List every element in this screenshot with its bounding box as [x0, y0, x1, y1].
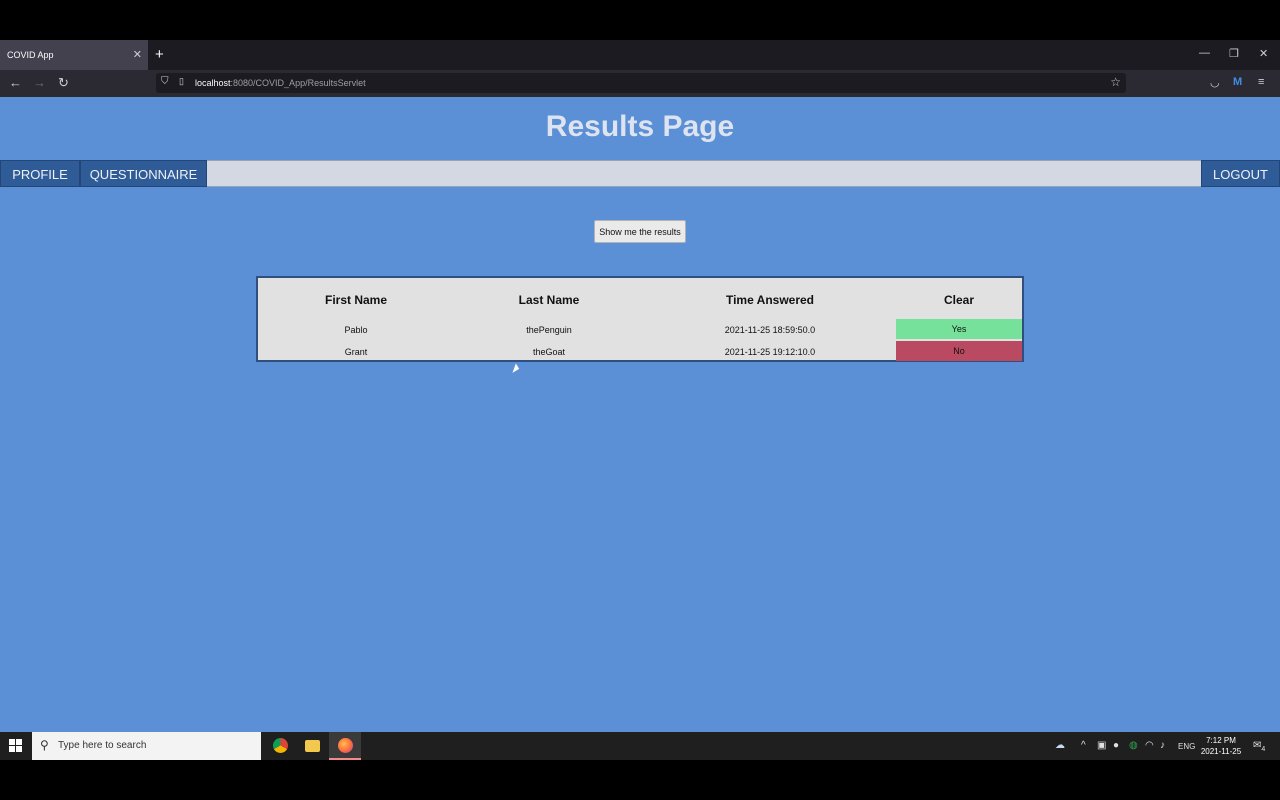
show-hidden-icons-icon[interactable]: ^ — [1081, 740, 1086, 751]
vpn-status-icon[interactable]: ◍ — [1129, 740, 1138, 751]
notifications-icon[interactable]: ✉4 — [1253, 740, 1265, 753]
address-bar[interactable]: ⛉ ▯ localhost:8080/COVID_App/ResultsServ… — [156, 73, 1126, 93]
clock-date: 2021-11-25 — [1200, 747, 1242, 756]
row1-clear-status: Yes — [896, 319, 1022, 339]
tab-title: COVID App — [7, 50, 54, 60]
show-results-button[interactable]: Show me the results — [594, 220, 686, 243]
nav-menu-bar: PROFILE QUESTIONNAIRE LOGOUT — [0, 160, 1280, 187]
bookmark-star-icon[interactable]: ☆ — [1110, 75, 1121, 89]
restore-icon[interactable]: ❐ — [1229, 47, 1239, 60]
volume-icon[interactable]: ♪ — [1160, 740, 1165, 751]
chrome-icon[interactable] — [265, 732, 295, 760]
taskbar-clock[interactable]: 7:12 PM 2021-11-25 — [1198, 735, 1244, 757]
logout-link[interactable]: LOGOUT — [1201, 160, 1280, 187]
header-clear: Clear — [943, 293, 975, 307]
shield-icon[interactable]: ⛉ — [161, 76, 169, 87]
row1-last-name: thePenguin — [526, 325, 572, 335]
browser-nav-bar: ← → ↻ ⛉ ▯ localhost:8080/COVID_App/Resul… — [0, 70, 1280, 97]
clock-time: 7:12 PM — [1206, 736, 1236, 745]
questionnaire-link[interactable]: QUESTIONNAIRE — [80, 160, 207, 187]
row1-time-answered: 2021-11-25 18:59:50.0 — [724, 325, 816, 335]
row2-clear-status: No — [896, 341, 1022, 361]
header-time-answered: Time Answered — [725, 293, 815, 307]
row2-time-answered: 2021-11-25 19:12:10.0 — [724, 347, 816, 357]
taskbar: ⚲ Type here to search ☁ ^ ▣ ● ◍ ◠ ♪ ENG … — [0, 732, 1280, 760]
device-icon[interactable]: ▣ — [1097, 740, 1106, 751]
pocket-icon[interactable]: ◡ — [1210, 76, 1220, 89]
header-first-name: First Name — [324, 293, 388, 307]
close-window-icon[interactable]: ✕ — [1259, 47, 1268, 60]
row1-first-name: Pablo — [344, 325, 368, 335]
url-host: localhost — [195, 78, 231, 88]
url-text[interactable]: localhost:8080/COVID_App/ResultsServlet — [195, 78, 366, 88]
page-title: Results Page — [545, 110, 735, 143]
forward-icon[interactable]: → — [33, 75, 46, 90]
wifi-icon[interactable]: ◠ — [1145, 740, 1154, 751]
close-tab-icon[interactable]: ✕ — [133, 48, 142, 61]
hamburger-menu-icon[interactable]: ≡ — [1258, 76, 1264, 88]
header-last-name: Last Name — [518, 293, 580, 307]
results-table: First Name Last Name Time Answered Clear… — [256, 276, 1024, 362]
back-icon[interactable]: ← — [9, 75, 22, 90]
url-path: :8080/COVID_App/ResultsServlet — [230, 78, 366, 88]
minimize-icon[interactable]: — — [1199, 47, 1210, 59]
browser-tab-bar: COVID App ✕ + — ❐ ✕ — [0, 40, 1280, 70]
onedrive-icon[interactable]: ☁ — [1055, 740, 1065, 751]
browser-tab[interactable]: COVID App ✕ — [0, 40, 148, 70]
file-explorer-icon[interactable] — [297, 732, 327, 760]
firefox-icon[interactable] — [329, 732, 361, 760]
extension-icon[interactable]: M — [1233, 76, 1242, 88]
screen: COVID App ✕ + — ❐ ✕ ← → ↻ ⛉ ▯ localhost:… — [0, 40, 1280, 760]
search-placeholder: Type here to search — [58, 740, 147, 751]
reload-icon[interactable]: ↻ — [58, 75, 69, 91]
microphone-icon[interactable]: ● — [1113, 740, 1119, 751]
new-tab-button[interactable]: + — [155, 46, 164, 63]
taskbar-search-box[interactable]: ⚲ Type here to search — [32, 732, 261, 760]
language-indicator[interactable]: ENG — [1178, 742, 1195, 751]
windows-start-icon[interactable] — [9, 739, 23, 753]
profile-link[interactable]: PROFILE — [0, 160, 80, 187]
mouse-cursor — [512, 363, 521, 375]
page-info-icon[interactable]: ▯ — [179, 76, 184, 87]
row2-first-name: Grant — [344, 347, 368, 357]
search-icon: ⚲ — [40, 738, 49, 752]
notification-count: 4 — [1261, 746, 1266, 753]
row2-last-name: theGoat — [532, 347, 566, 357]
